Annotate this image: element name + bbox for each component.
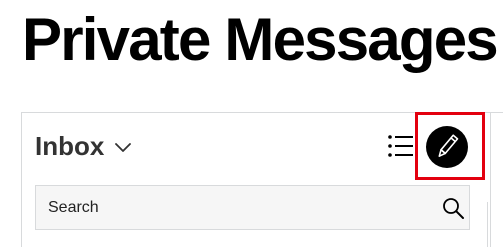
search-input[interactable] bbox=[36, 186, 426, 229]
panel-divider bbox=[487, 112, 503, 202]
panel-divider-vertical bbox=[487, 202, 488, 247]
pencil-icon bbox=[438, 134, 459, 157]
search-box bbox=[35, 185, 470, 230]
folder-dropdown[interactable]: Inbox bbox=[35, 128, 132, 164]
folder-dropdown-label: Inbox bbox=[35, 131, 105, 161]
chevron-down-icon bbox=[115, 143, 132, 152]
list-icon bbox=[388, 135, 413, 157]
private-messages-page: Private Messages Inbox bbox=[0, 0, 503, 247]
list-view-button[interactable] bbox=[386, 131, 416, 161]
search-icon[interactable] bbox=[441, 196, 465, 220]
page-title: Private Messages bbox=[22, 6, 499, 73]
compose-message-button[interactable] bbox=[426, 126, 468, 168]
